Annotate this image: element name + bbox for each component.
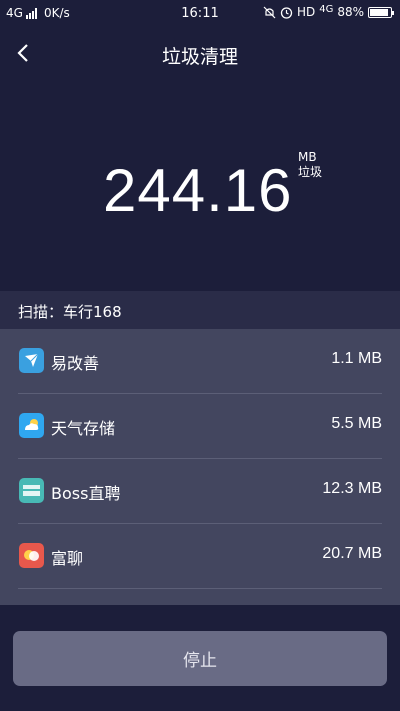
app-size: 20.7 MB <box>322 545 382 562</box>
battery-percent: 88% <box>337 5 364 19</box>
app-name: 天气存储 <box>51 419 116 438</box>
junk-app-list: 易改善 1.1 MB 天气存储 5.5 MB Boss直聘 12.3 MB 富聊… <box>0 329 400 605</box>
app-size: 1.1 MB <box>331 350 382 367</box>
boss-icon <box>19 478 44 503</box>
status-bar: 4G 0K/s 16:11 HD 4G 88% <box>0 0 400 28</box>
junk-unit-label: 垃圾 <box>298 165 323 179</box>
paper-plane-icon <box>19 348 44 373</box>
header: 垃圾清理 <box>0 36 400 72</box>
app-name: Boss直聘 <box>51 484 121 503</box>
stop-button[interactable]: 停止 <box>13 631 387 686</box>
junk-total: 244.16 MB 垃圾 <box>0 150 400 230</box>
list-item[interactable]: 易改善 1.1 MB <box>18 329 382 394</box>
app-size: 12.3 MB <box>322 480 382 497</box>
junk-unit: MB <box>298 150 317 164</box>
app-name: 富聊 <box>51 549 84 568</box>
scan-status-bar: 扫描：车行168 <box>0 291 400 329</box>
scan-status-text: 扫描：车行168 <box>18 303 122 321</box>
page-title: 垃圾清理 <box>161 46 238 68</box>
junk-total-value: 244.16 <box>103 157 293 224</box>
chat-bubble-icon <box>19 543 44 568</box>
status-right: HD 4G 88% <box>263 3 394 19</box>
list-item[interactable]: Boss直聘 12.3 MB <box>18 459 382 524</box>
network-type-2: 4G <box>319 3 334 15</box>
battery-fill <box>370 8 388 16</box>
list-item[interactable]: 天气存储 5.5 MB <box>18 394 382 459</box>
alarm-icon <box>280 6 293 19</box>
junk-total-unit: MB 垃圾 <box>298 150 322 180</box>
cloud-icon <box>19 413 44 438</box>
list-item-partial <box>18 589 382 605</box>
mute-icon <box>263 6 276 18</box>
app-name: 易改善 <box>51 354 100 373</box>
screen: 4G 0K/s 16:11 HD 4G 88% 垃圾清理 244.16 MB 垃… <box>0 0 400 711</box>
hd-label: HD <box>296 5 316 19</box>
list-item[interactable]: 富聊 20.7 MB <box>18 524 382 589</box>
app-size: 5.5 MB <box>331 415 382 432</box>
battery-icon <box>368 6 394 18</box>
